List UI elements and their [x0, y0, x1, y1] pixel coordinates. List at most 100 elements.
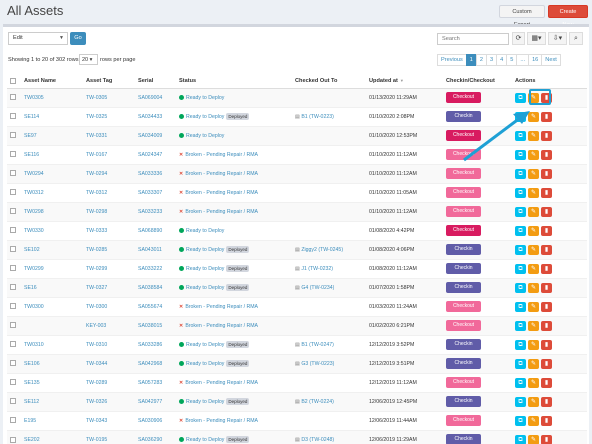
asset-name-link[interactable]: SE106 [21, 353, 83, 373]
asset-tag-link[interactable]: TW-0326 [83, 391, 135, 411]
checkin-checkout-button[interactable]: Checkout [446, 92, 481, 103]
clone-icon[interactable]: ⧉ [515, 320, 526, 331]
serial-link[interactable]: SA038584 [135, 277, 176, 297]
checkin-checkout-button[interactable]: Checkout [446, 301, 481, 312]
checkin-checkout-button[interactable]: Checkin [446, 244, 481, 255]
pencil-icon[interactable]: ✎ [528, 187, 539, 198]
pencil-icon[interactable]: ✎ [528, 263, 539, 274]
status-link[interactable]: Ready to Deploy [186, 95, 224, 101]
trash-icon[interactable]: ▮ [541, 168, 552, 179]
clone-icon[interactable]: ⧉ [515, 111, 526, 122]
checkin-checkout-button[interactable]: Checkin [446, 339, 481, 350]
column-header-serial[interactable]: Serial [135, 74, 176, 89]
clone-icon[interactable]: ⧉ [515, 149, 526, 160]
serial-link[interactable]: SA033233 [135, 201, 176, 221]
asset-tag-link[interactable]: TW-0305 [83, 87, 135, 107]
asset-tag-link[interactable]: TW-0289 [83, 372, 135, 392]
checked-out-link[interactable]: J1 (TW-0232) [301, 266, 333, 272]
asset-tag-link[interactable]: TW-0333 [83, 220, 135, 240]
asset-name-link[interactable]: TW0305 [21, 87, 83, 107]
trash-icon[interactable]: ▮ [541, 301, 552, 312]
serial-link[interactable]: SA043011 [135, 239, 176, 259]
asset-tag-link[interactable]: TW-0299 [83, 258, 135, 278]
status-link[interactable]: Broken - Pending Repair / RMA [185, 171, 258, 177]
asset-name-link[interactable]: SE112 [21, 391, 83, 411]
pencil-icon[interactable]: ✎ [528, 320, 539, 331]
status-link[interactable]: Broken - Pending Repair / RMA [185, 380, 258, 386]
checkin-checkout-button[interactable]: Checkout [446, 320, 481, 331]
checked-out-link[interactable]: B1 (TW-0223) [301, 114, 333, 120]
status-link[interactable]: Ready to Deploy [186, 361, 224, 367]
row-checkbox[interactable] [10, 132, 16, 139]
serial-link[interactable]: SA033222 [135, 258, 176, 278]
serial-link[interactable]: SA024347 [135, 144, 176, 164]
asset-name-link[interactable]: SE102 [21, 239, 83, 259]
status-link[interactable]: Broken - Pending Repair / RMA [185, 209, 258, 215]
pencil-icon[interactable]: ✎ [528, 282, 539, 293]
row-checkbox[interactable] [10, 379, 16, 386]
asset-tag-link[interactable]: KEY-003 [83, 315, 135, 335]
bulk-action-select[interactable]: Edit ▼ [8, 32, 68, 45]
checkin-checkout-button[interactable]: Checkout [446, 130, 481, 141]
pencil-icon[interactable]: ✎ [528, 149, 539, 160]
trash-icon[interactable]: ▮ [541, 396, 552, 407]
clone-icon[interactable]: ⧉ [515, 244, 526, 255]
serial-link[interactable]: SA033307 [135, 182, 176, 202]
status-link[interactable]: Ready to Deploy [186, 228, 224, 234]
trash-icon[interactable]: ▮ [541, 377, 552, 388]
checkin-checkout-button[interactable]: Checkout [446, 149, 481, 160]
asset-name-link[interactable]: TW0310 [21, 334, 83, 354]
status-link[interactable]: Ready to Deploy [186, 247, 224, 253]
status-link[interactable]: Broken - Pending Repair / RMA [185, 418, 258, 424]
status-link[interactable]: Ready to Deploy [186, 285, 224, 291]
serial-link[interactable]: SA042977 [135, 391, 176, 411]
trash-icon[interactable]: ▮ [541, 111, 552, 122]
asset-tag-link[interactable]: TW-0331 [83, 125, 135, 145]
trash-icon[interactable]: ▮ [541, 282, 552, 293]
status-link[interactable]: Ready to Deploy [186, 266, 224, 272]
row-checkbox[interactable] [10, 436, 16, 443]
per-page-select[interactable]: 20 ▾ [79, 54, 98, 65]
row-checkbox[interactable] [10, 94, 16, 101]
clone-icon[interactable]: ⧉ [515, 415, 526, 426]
asset-name-link[interactable] [21, 315, 83, 335]
serial-link[interactable]: SA033336 [135, 163, 176, 183]
checked-out-link[interactable]: Ziggy2 (TW-0245) [301, 247, 343, 253]
checked-out-link[interactable]: G3 (TW-0223) [301, 361, 334, 367]
serial-link[interactable]: SA068890 [135, 220, 176, 240]
asset-tag-link[interactable]: TW-0325 [83, 106, 135, 126]
search-input[interactable] [437, 33, 509, 45]
checkin-checkout-button[interactable]: Checkout [446, 415, 481, 426]
asset-tag-link[interactable]: TW-0343 [83, 410, 135, 430]
trash-icon[interactable]: ▮ [541, 206, 552, 217]
checkin-checkout-button[interactable]: Checkin [446, 434, 481, 444]
trash-icon[interactable]: ▮ [541, 358, 552, 369]
page-16[interactable]: 16 [528, 54, 543, 66]
pencil-icon[interactable]: ✎ [528, 111, 539, 122]
clone-icon[interactable]: ⧉ [515, 225, 526, 236]
asset-tag-link[interactable]: TW-0298 [83, 201, 135, 221]
asset-tag-link[interactable]: TW-0300 [83, 296, 135, 316]
status-link[interactable]: Broken - Pending Repair / RMA [185, 152, 258, 158]
asset-tag-link[interactable]: TW-0294 [83, 163, 135, 183]
pencil-icon[interactable]: ✎ [528, 396, 539, 407]
page-next[interactable]: Next [541, 54, 561, 66]
asset-name-link[interactable]: SE116 [21, 144, 83, 164]
clone-icon[interactable]: ⧉ [515, 130, 526, 141]
row-checkbox[interactable] [10, 208, 16, 215]
status-link[interactable]: Ready to Deploy [186, 114, 224, 120]
asset-name-link[interactable]: SE16 [21, 277, 83, 297]
serial-link[interactable]: SA038015 [135, 315, 176, 335]
checkin-checkout-button[interactable]: Checkout [446, 225, 481, 236]
page-previous[interactable]: Previous [437, 54, 467, 66]
checked-out-link[interactable]: G4 (TW-0234) [301, 285, 334, 291]
asset-name-link[interactable]: TW0300 [21, 296, 83, 316]
row-checkbox[interactable] [10, 360, 16, 367]
serial-link[interactable]: SA057283 [135, 372, 176, 392]
serial-link[interactable]: SA033286 [135, 334, 176, 354]
pencil-icon[interactable]: ✎ [528, 206, 539, 217]
asset-name-link[interactable]: SE114 [21, 106, 83, 126]
select-all-checkbox[interactable] [10, 77, 16, 84]
checked-out-link[interactable]: B2 (TW-0224) [301, 399, 333, 405]
serial-link[interactable]: SA034433 [135, 106, 176, 126]
